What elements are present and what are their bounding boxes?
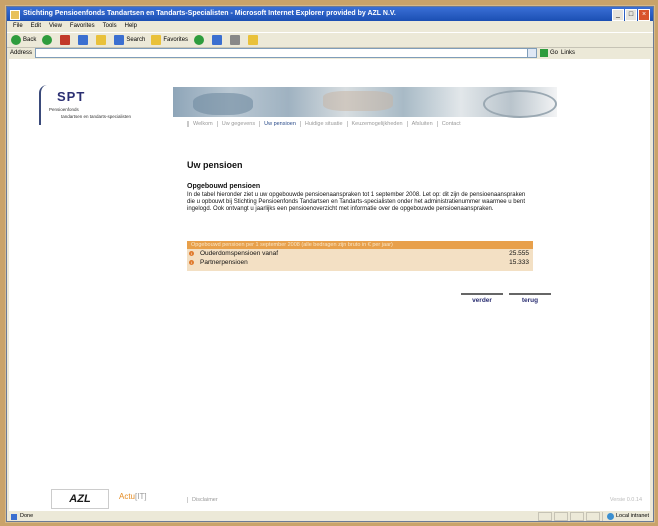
row-value: 25.555 xyxy=(509,250,529,257)
history-icon xyxy=(194,35,205,45)
nav-welkom[interactable]: Welkom xyxy=(187,121,217,127)
intranet-icon xyxy=(606,513,614,520)
logo-line-2: tandartsen en tandarts-specialisten xyxy=(61,114,132,119)
refresh-button[interactable] xyxy=(78,35,90,45)
nav-afsluiten[interactable]: Afsluiten xyxy=(406,121,437,127)
intro-text: In de tabel hieronder ziet u uw opgebouw… xyxy=(187,192,526,212)
menu-favorites[interactable]: Favorites xyxy=(70,21,95,32)
search-button[interactable]: Search xyxy=(114,35,145,45)
print-icon xyxy=(230,35,241,45)
favorites-button[interactable]: Favorites xyxy=(151,35,188,45)
actuit-logo: Actu[IT] xyxy=(119,492,147,501)
disclaimer-link[interactable]: Disclaimer xyxy=(187,497,218,503)
row-value: 15.333 xyxy=(509,259,529,266)
page-title: Uw pensioen xyxy=(187,160,243,170)
stop-button[interactable] xyxy=(60,35,72,45)
menu-view[interactable]: View xyxy=(49,21,62,32)
back-button[interactable]: Back xyxy=(11,35,36,45)
stop-icon xyxy=(60,35,71,45)
table-row: i Partnerpensioen 15.333 xyxy=(187,258,533,267)
maximize-button[interactable]: □ xyxy=(625,9,637,21)
address-bar: Address Go Links xyxy=(7,47,653,58)
logo-line-1: Pensioenfonds xyxy=(49,107,79,112)
mail-button[interactable] xyxy=(212,35,224,45)
ie-icon xyxy=(10,10,20,20)
window-controls: _ □ × xyxy=(612,9,650,21)
home-icon xyxy=(96,35,107,45)
row-label: Ouderdomspensioen vanaf xyxy=(200,250,279,257)
page-content: SPT Pensioenfonds tandartsen en tandarts… xyxy=(9,59,650,511)
minimize-button[interactable]: _ xyxy=(612,9,624,21)
menu-bar: File Edit View Favorites Tools Help xyxy=(7,21,653,32)
version-text: Versie 0.0.14 xyxy=(609,497,642,503)
nav-keuzemogelijkheden[interactable]: Keuzemogelijkheden xyxy=(346,121,407,127)
section-title: Opgebouwd pensioen xyxy=(187,183,261,190)
azl-logo[interactable]: AZL xyxy=(51,489,109,509)
verder-button[interactable]: verder xyxy=(461,293,503,304)
nav-huidige-situatie[interactable]: Huidige situatie xyxy=(299,121,347,127)
status-text: Done xyxy=(20,513,34,519)
security-zone: Local intranet xyxy=(601,512,649,521)
logo-swoosh-icon xyxy=(39,85,47,125)
nav-uw-gegevens[interactable]: Uw gegevens xyxy=(216,121,259,127)
go-button[interactable]: Go xyxy=(540,49,558,57)
close-button[interactable]: × xyxy=(638,9,650,21)
nav-uw-pensioen[interactable]: Uw pensioen xyxy=(259,121,300,127)
info-icon[interactable]: i xyxy=(189,260,194,265)
search-icon xyxy=(114,35,125,45)
forward-arrow-icon xyxy=(42,35,53,45)
window-title: Stichting Pensioenfonds Tandartsen en Ta… xyxy=(23,10,396,17)
address-input[interactable] xyxy=(35,48,538,58)
menu-file[interactable]: File xyxy=(13,21,23,32)
status-right: Local intranet xyxy=(537,512,649,521)
history-button[interactable] xyxy=(194,35,206,45)
nav-contact[interactable]: Contact xyxy=(436,121,465,127)
home-button[interactable] xyxy=(96,35,108,45)
refresh-icon xyxy=(78,35,89,45)
menu-tools[interactable]: Tools xyxy=(103,21,117,32)
row-label: Partnerpensioen xyxy=(200,259,248,266)
go-arrow-icon xyxy=(540,49,549,57)
page-footer: AZL Actu[IT] Disclaimer Versie 0.0.14 xyxy=(9,489,650,511)
table-row: i Ouderdomspensioen vanaf 25.555 xyxy=(187,249,533,258)
main-nav: Welkom Uw gegevens Uw pensioen Huidige s… xyxy=(187,121,465,127)
pension-table-header: Opgebouwd pensioen per 1 september 2008 … xyxy=(187,241,533,249)
title-bar: Stichting Pensioenfonds Tandartsen en Ta… xyxy=(7,7,653,21)
mail-icon xyxy=(212,35,223,45)
back-arrow-icon xyxy=(11,35,21,45)
menu-edit[interactable]: Edit xyxy=(31,21,41,32)
toolbar: Back Search Favorites xyxy=(7,32,653,47)
pension-table: Opgebouwd pensioen per 1 september 2008 … xyxy=(187,241,533,271)
print-button[interactable] xyxy=(230,35,242,45)
header-banner-image xyxy=(173,87,557,118)
folder-icon xyxy=(248,35,259,45)
forward-button[interactable] xyxy=(42,35,54,45)
page-icon xyxy=(11,513,17,520)
browser-window: Stichting Pensioenfonds Tandartsen en Ta… xyxy=(6,6,654,522)
logo-name: SPT xyxy=(57,89,86,104)
address-dropdown-icon[interactable] xyxy=(527,48,538,58)
menu-help[interactable]: Help xyxy=(125,21,137,32)
star-icon xyxy=(151,35,162,45)
terug-button[interactable]: terug xyxy=(509,293,551,304)
folder-button[interactable] xyxy=(248,35,260,45)
info-icon[interactable]: i xyxy=(189,251,194,256)
links-button[interactable]: Links xyxy=(561,50,575,56)
status-bar: Done Local intranet xyxy=(7,512,653,521)
address-label: Address xyxy=(10,50,33,56)
